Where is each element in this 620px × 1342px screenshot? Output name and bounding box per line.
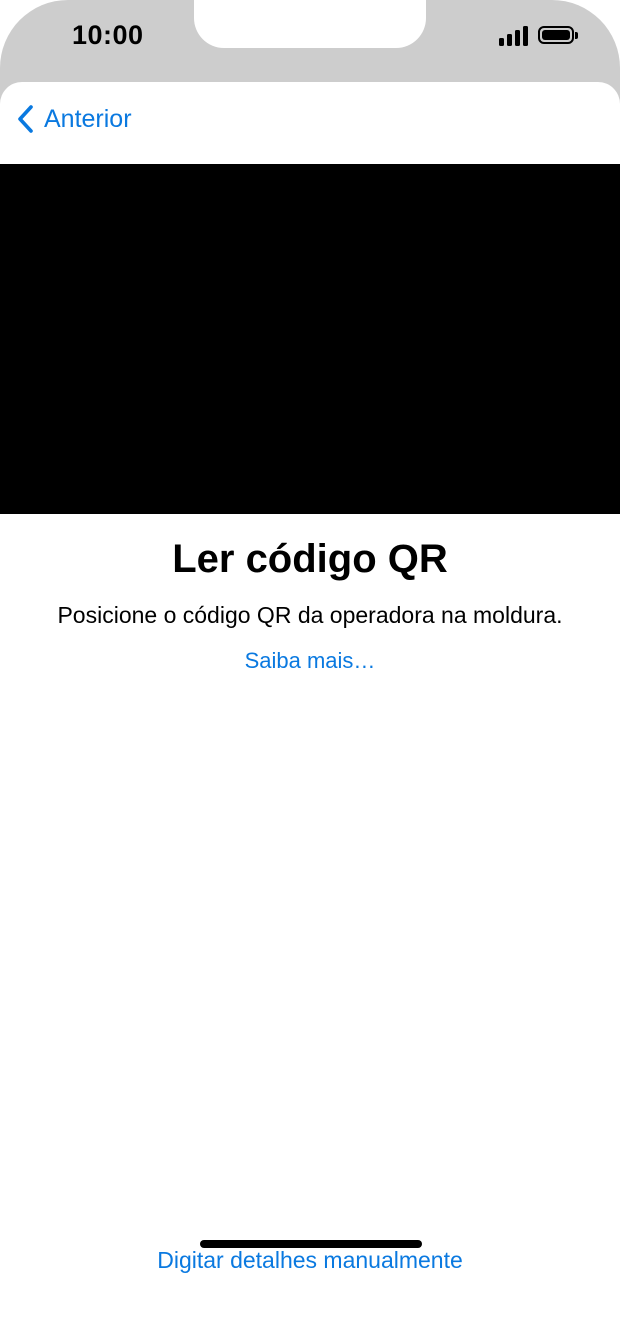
back-button[interactable]: Anterior — [16, 104, 132, 134]
home-indicator[interactable] — [200, 1240, 422, 1248]
status-time: 10:00 — [72, 20, 144, 50]
back-button-label: Anterior — [44, 104, 132, 133]
instruction-text: Posicione o código QR da operadora na mo… — [57, 602, 563, 628]
enter-details-manually-link[interactable]: Digitar detalhes manualmente — [0, 1247, 620, 1274]
cellular-signal-icon — [499, 24, 528, 46]
chevron-left-icon — [18, 105, 33, 133]
device-notch — [194, 0, 426, 48]
learn-more-link[interactable]: Saiba mais… — [0, 648, 620, 674]
battery-full-icon — [538, 26, 578, 44]
page-title: Ler código QR — [172, 537, 448, 581]
phone-screen: 10:00 Anterior Ler código QR Posicione o… — [0, 0, 620, 1342]
status-icons — [499, 24, 578, 46]
qr-scan-sheet: Anterior Ler código QR Posicione o códig… — [0, 82, 620, 1342]
camera-viewfinder — [0, 164, 620, 514]
